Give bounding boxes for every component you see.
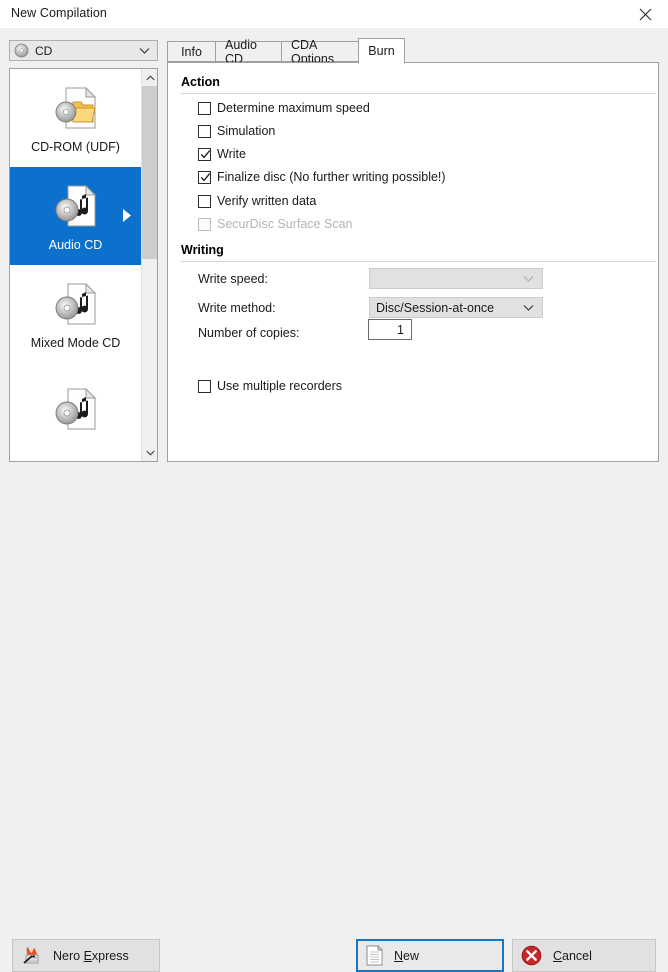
checkbox-label: SecurDisc Surface Scan bbox=[217, 217, 353, 231]
write-method-value: Disc/Session-at-once bbox=[376, 300, 495, 315]
close-icon bbox=[639, 8, 651, 20]
checkbox-use-multiple-recorders[interactable]: Use multiple recorders bbox=[198, 378, 342, 394]
checkbox-determine-maximum-speed[interactable]: Determine maximum speed bbox=[198, 100, 370, 116]
title-bar: New Compilation bbox=[0, 0, 668, 28]
checkbox-box bbox=[198, 124, 211, 138]
checkbox-box bbox=[198, 379, 211, 393]
checkbox-box bbox=[198, 147, 211, 161]
action-section-divider bbox=[181, 93, 656, 94]
cd-folder-icon bbox=[52, 83, 100, 131]
device-select-value: CD bbox=[35, 43, 53, 58]
checkbox-write[interactable]: Write bbox=[198, 146, 246, 162]
new-button[interactable]: New bbox=[356, 939, 504, 972]
close-button[interactable] bbox=[622, 0, 668, 28]
tab-audio-cd[interactable]: Audio CD bbox=[215, 38, 282, 66]
list-item-audio-cd[interactable]: Audio CD bbox=[10, 167, 141, 265]
checkbox-label: Simulation bbox=[217, 124, 276, 138]
write-speed-label: Write speed: bbox=[198, 272, 268, 286]
new-button-label: New bbox=[394, 948, 420, 963]
chevron-down-icon bbox=[523, 305, 534, 311]
list-scrollbar[interactable] bbox=[141, 69, 157, 461]
scroll-up-button[interactable] bbox=[142, 69, 157, 86]
checkbox-label: Write bbox=[217, 147, 246, 161]
checkbox-finalize-disc[interactable]: Finalize disc (No further writing possib… bbox=[198, 169, 446, 185]
nero-burn-icon bbox=[21, 945, 42, 966]
checkbox-box bbox=[198, 170, 211, 184]
check-icon bbox=[200, 149, 211, 158]
check-icon bbox=[200, 172, 211, 181]
list-item-cd-rom-udf[interactable]: CD-ROM (UDF) bbox=[10, 69, 141, 167]
checkbox-label: Verify written data bbox=[217, 194, 317, 208]
chevron-down-icon bbox=[523, 276, 534, 282]
checkbox-securdisc-surface-scan: SecurDisc Surface Scan bbox=[198, 216, 352, 232]
chevron-up-icon bbox=[145, 74, 155, 80]
action-section-heading: Action bbox=[181, 75, 220, 89]
checkbox-box bbox=[198, 217, 211, 231]
checkbox-verify-written-data[interactable]: Verify written data bbox=[198, 193, 316, 209]
writing-section-divider bbox=[181, 261, 656, 262]
tab-cda-options[interactable]: CDA Options bbox=[281, 38, 359, 66]
list-item-label: Mixed Mode CD bbox=[30, 335, 121, 350]
scrollbar-thumb[interactable] bbox=[142, 86, 157, 259]
number-of-copies-input[interactable] bbox=[368, 319, 412, 340]
write-method-select[interactable]: Disc/Session-at-once bbox=[369, 297, 543, 318]
tab-info[interactable]: Info bbox=[167, 41, 216, 62]
tab-label: Info bbox=[181, 44, 202, 59]
cancel-circle-icon bbox=[521, 945, 542, 966]
cd-music-icon bbox=[52, 181, 100, 229]
chevron-down-icon bbox=[145, 450, 155, 456]
tab-burn[interactable]: Burn bbox=[358, 38, 405, 64]
write-speed-select bbox=[369, 268, 543, 289]
list-item-mixed-mode-cd[interactable]: Mixed Mode CD bbox=[10, 265, 141, 363]
tab-label: Burn bbox=[368, 44, 395, 58]
writing-section-heading: Writing bbox=[181, 243, 224, 257]
checkbox-label: Use multiple recorders bbox=[217, 379, 343, 393]
compilation-type-list[interactable]: CD-ROM (UDF) Audio CD Mixed Mode CD bbox=[9, 68, 158, 462]
new-document-icon bbox=[366, 945, 383, 966]
cancel-button[interactable]: Cancel bbox=[512, 939, 656, 972]
burn-tab-panel: Action Determine maximum speed Simulatio… bbox=[167, 62, 659, 462]
chevron-down-icon bbox=[139, 48, 150, 54]
cd-music-icon bbox=[52, 384, 100, 432]
list-item-label: Audio CD bbox=[48, 237, 103, 252]
nero-express-button[interactable]: Nero Express bbox=[12, 939, 160, 972]
dialog-footer: Nero Express New Cancel bbox=[0, 466, 668, 972]
window-title: New Compilation bbox=[11, 6, 107, 20]
cancel-button-label: Cancel bbox=[553, 948, 592, 963]
cd-disc-icon bbox=[14, 43, 29, 58]
tab-bar[interactable]: Info Audio CD CDA Options Burn bbox=[167, 38, 659, 66]
checkbox-label: Determine maximum speed bbox=[217, 101, 370, 115]
write-method-label: Write method: bbox=[198, 301, 276, 315]
checkbox-box bbox=[198, 194, 211, 208]
number-of-copies-label: Number of copies: bbox=[198, 326, 300, 340]
checkbox-simulation[interactable]: Simulation bbox=[198, 123, 275, 139]
cd-music-icon bbox=[52, 279, 100, 327]
list-item-label: CD-ROM (UDF) bbox=[31, 139, 120, 154]
list-item-partial[interactable] bbox=[10, 363, 141, 461]
checkbox-label: Finalize disc (No further writing possib… bbox=[217, 170, 446, 184]
device-select[interactable]: CD bbox=[9, 40, 158, 61]
chevron-right-icon bbox=[123, 209, 131, 222]
nero-express-button-label: Nero Express bbox=[53, 948, 129, 963]
checkbox-box bbox=[198, 101, 211, 115]
scroll-down-button[interactable] bbox=[142, 444, 157, 461]
